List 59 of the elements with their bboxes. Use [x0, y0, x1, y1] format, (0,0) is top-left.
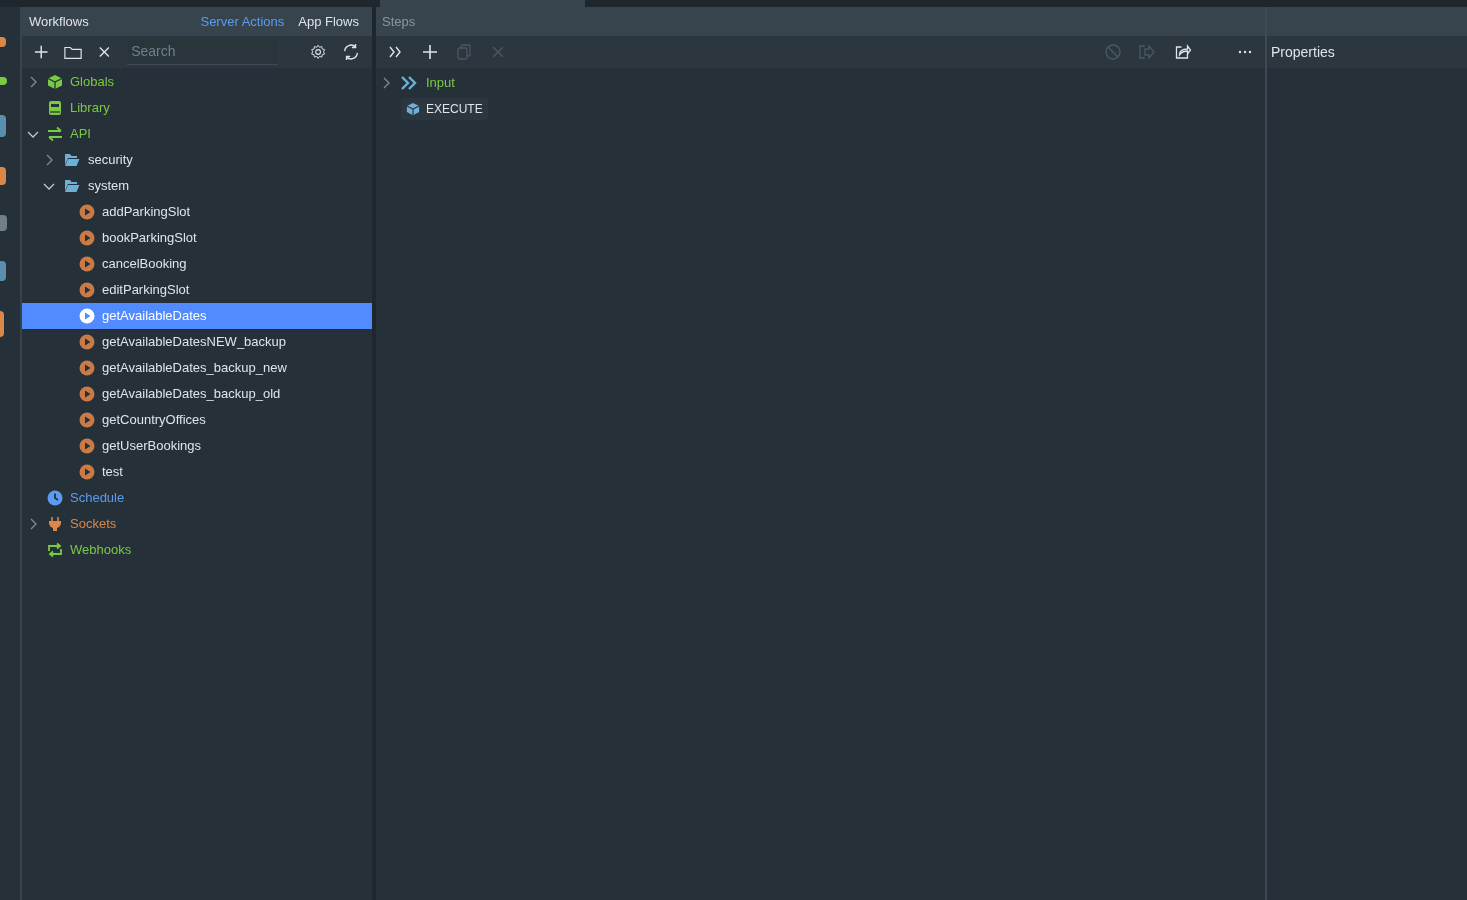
play-icon	[78, 282, 96, 298]
sidebar-icon[interactable]	[0, 37, 6, 47]
tree-item[interactable]: cancelBooking	[22, 251, 372, 277]
folder-icon	[62, 178, 82, 194]
add-icon[interactable]	[422, 44, 438, 60]
play-icon	[78, 464, 96, 480]
tree-item[interactable]: Globals	[22, 69, 372, 95]
cube-icon	[46, 74, 64, 90]
tree-item[interactable]: getAvailableDatesNEW_backup	[22, 329, 372, 355]
sidebar-icon[interactable]	[0, 77, 7, 85]
step-node[interactable]: EXECUTE	[401, 98, 488, 120]
loop-arrows-icon	[46, 542, 64, 558]
tab[interactable]: App Flows	[298, 11, 359, 32]
play-icon	[78, 412, 96, 428]
play-icon	[78, 386, 96, 402]
tree-item[interactable]: Library	[22, 95, 372, 121]
tree-item[interactable]: Sockets	[22, 511, 372, 537]
step-label[interactable]: Input	[426, 73, 455, 93]
play-icon	[78, 308, 96, 324]
tree-item[interactable]: test	[22, 459, 372, 485]
tree-item[interactable]: getUserBookings	[22, 433, 372, 459]
panel-title: Steps	[382, 12, 416, 31]
sidebar-icon[interactable]	[0, 115, 6, 137]
play-icon	[78, 360, 96, 376]
refresh-icon[interactable]	[341, 42, 360, 62]
tree-item[interactable]: system	[22, 173, 372, 199]
sidebar-icon[interactable]	[0, 311, 4, 337]
tree-item[interactable]: getAvailableDates_backup_old	[22, 381, 372, 407]
panel-title: Properties	[1271, 42, 1335, 62]
panel-title: Workflows	[29, 12, 90, 31]
sidebar-icon[interactable]	[0, 261, 6, 281]
double-chevron-icon	[400, 75, 418, 91]
tab[interactable]: Server Actions	[200, 11, 285, 32]
play-icon	[78, 438, 96, 454]
close-icon[interactable]	[98, 45, 112, 59]
book-icon	[46, 100, 64, 116]
settings-icon[interactable]	[309, 43, 326, 61]
play-icon	[78, 256, 96, 272]
play-icon	[78, 204, 96, 220]
tree-item[interactable]: getCountryOffices	[22, 407, 372, 433]
add-icon[interactable]	[34, 44, 49, 60]
tree-item[interactable]: editParkingSlot	[22, 277, 372, 303]
cube-icon	[406, 102, 420, 116]
share-icon[interactable]	[1173, 44, 1193, 60]
plug-icon	[46, 516, 64, 532]
tree-item[interactable]: bookParkingSlot	[22, 225, 372, 251]
clock-icon	[46, 490, 64, 506]
play-icon	[78, 334, 96, 350]
play-icon	[78, 230, 96, 246]
swap-arrows-icon	[46, 126, 64, 142]
folder-icon[interactable]	[64, 44, 83, 60]
tree-item[interactable]: security	[22, 147, 372, 173]
folder-icon	[62, 152, 82, 168]
tree-item[interactable]: getAvailableDates_backup_new	[22, 355, 372, 381]
tree-item[interactable]: addParkingSlot	[22, 199, 372, 225]
tree-item[interactable]: Webhooks	[22, 537, 372, 563]
tree-item[interactable]: Schedule	[22, 485, 372, 511]
tree-item[interactable]: API	[22, 121, 372, 147]
sidebar-icon[interactable]	[0, 167, 6, 185]
